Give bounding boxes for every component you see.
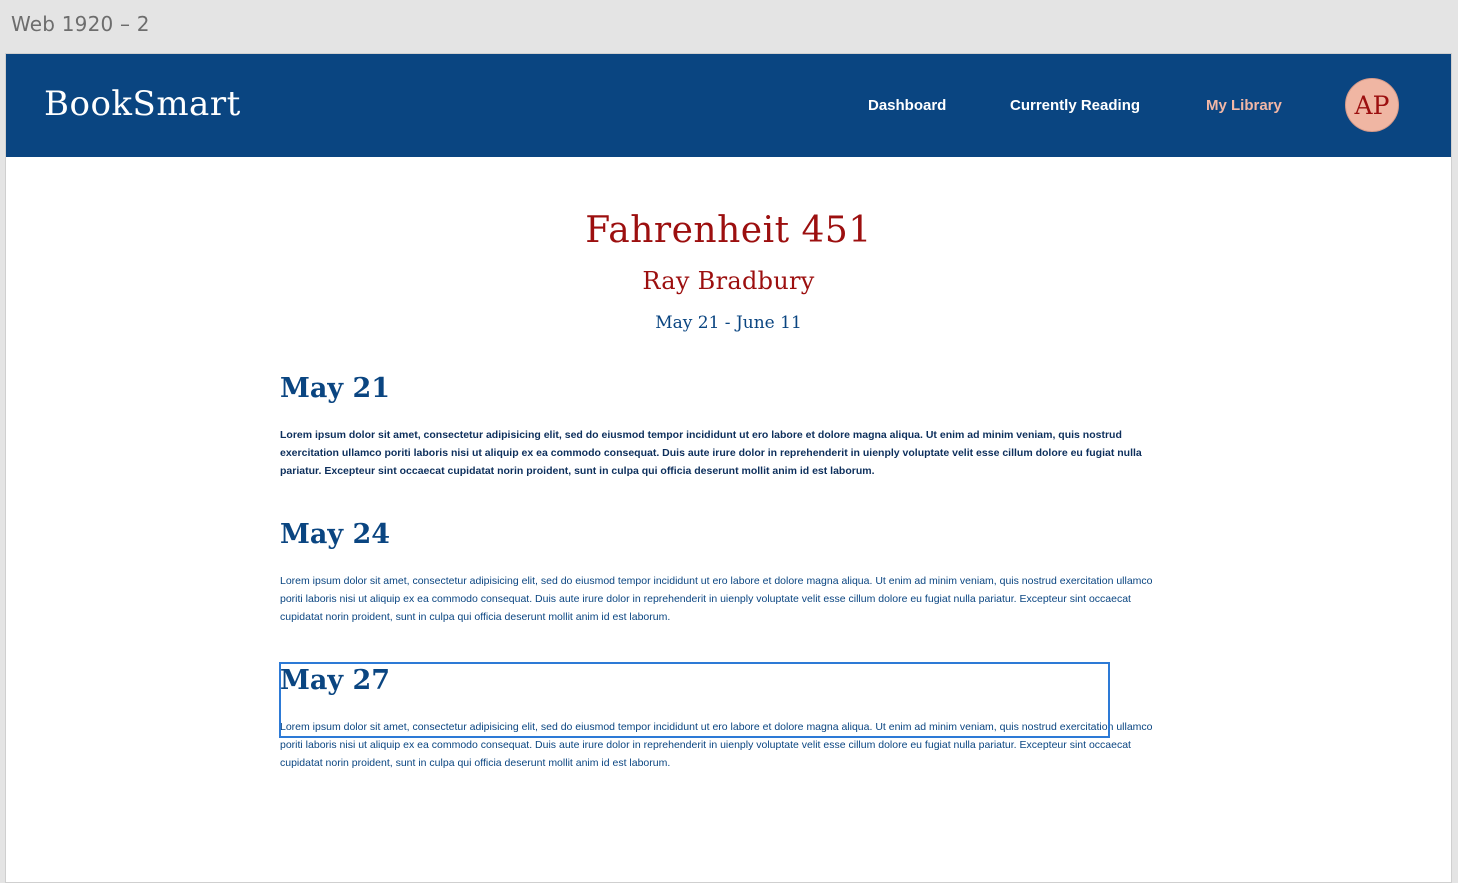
- top-navbar: BookSmart Dashboard Currently Reading My…: [6, 54, 1451, 157]
- nav-link-currently-reading[interactable]: Currently Reading: [1010, 97, 1140, 114]
- entry-text: Lorem ipsum dolor sit amet, consectetur …: [280, 429, 1142, 477]
- artboard: BookSmart Dashboard Currently Reading My…: [5, 53, 1452, 883]
- entry-date: May 21: [280, 373, 391, 404]
- entry-date: May 24: [280, 519, 391, 550]
- book-title: Fahrenheit 451: [585, 210, 872, 251]
- entry-text: Lorem ipsum dolor sit amet, consectetur …: [280, 721, 1153, 769]
- entry-text: Lorem ipsum dolor sit amet, consectetur …: [280, 575, 1153, 623]
- journal-entry: May 21 Lorem ipsum dolor sit amet, conse…: [280, 372, 1170, 480]
- book-author: Ray Bradbury: [642, 267, 815, 295]
- artboard-label: Web 1920 – 2: [11, 12, 150, 36]
- brand-logo[interactable]: BookSmart: [44, 84, 241, 124]
- nav-link-dashboard[interactable]: Dashboard: [868, 97, 946, 114]
- journal-entry: May 27 Lorem ipsum dolor sit amet, conse…: [280, 664, 1170, 772]
- reading-date-range: May 21 - June 11: [655, 313, 802, 333]
- user-avatar[interactable]: AP: [1345, 78, 1399, 132]
- nav-link-my-library[interactable]: My Library: [1206, 97, 1282, 114]
- journal-entry: May 24 Lorem ipsum dolor sit amet, conse…: [280, 518, 1170, 626]
- entry-date: May 27: [280, 665, 391, 696]
